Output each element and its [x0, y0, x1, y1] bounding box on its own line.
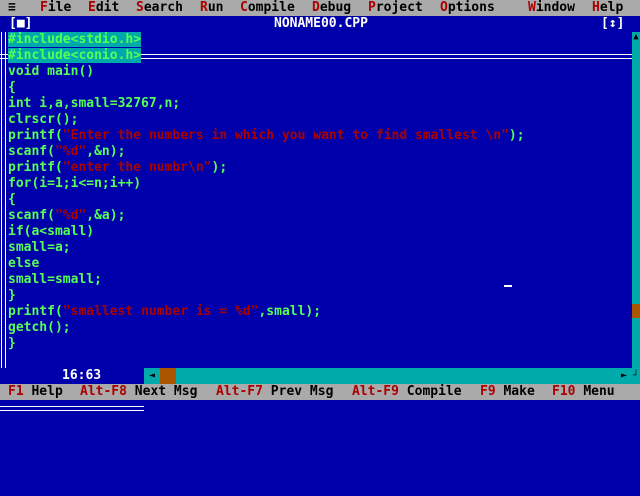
code-token: scanf(	[8, 144, 55, 159]
window-title: NONAME00.CPP	[270, 16, 372, 32]
code-token: else	[8, 256, 40, 271]
code-line: {	[8, 80, 16, 96]
code-token: printf(	[8, 304, 63, 319]
code-line: for(i=1;i<=n;i++)	[8, 176, 141, 192]
code-line: {	[8, 192, 16, 208]
string-literal: "smallest number is = %d"	[62, 304, 259, 319]
code-token: ,&n);	[86, 144, 126, 159]
code-token: small=small;	[8, 272, 102, 287]
code-line: printf("enter the numbr\n");	[8, 160, 227, 176]
code-token: printf(	[8, 128, 63, 143]
code-line: #include<conio.h>	[8, 48, 142, 64]
code-line: scanf("%d",&a);	[8, 208, 125, 224]
code-token: clrscr();	[8, 112, 79, 127]
horizontal-scrollbar[interactable]: ◄ ►	[144, 368, 632, 384]
menu-options[interactable]: Options	[440, 0, 495, 16]
code-line: small=a;	[8, 240, 71, 256]
code-line: clrscr();	[8, 112, 78, 128]
code-token: {	[8, 192, 16, 207]
code-line: void main()	[8, 64, 94, 80]
code-token: void main()	[8, 64, 95, 79]
status-bar: F1 Help Alt-F8 Next Msg Alt-F7 Prev Msg …	[0, 384, 640, 400]
code-token: }	[8, 288, 16, 303]
arrow-up-icon[interactable]: ▲	[632, 32, 640, 48]
zoom-box-icon[interactable]: [↕]	[600, 16, 626, 32]
close-box-icon[interactable]: [■]	[8, 16, 34, 32]
code-token: small=a;	[8, 240, 71, 255]
code-line: else	[8, 256, 39, 272]
menu-debug[interactable]: Debug	[312, 0, 351, 16]
code-token: for(i=1;i<=n;i++)	[8, 176, 142, 191]
code-token: int i,a,small=32767,n;	[8, 96, 181, 111]
code-token: getch();	[8, 320, 71, 335]
menu-compile[interactable]: Compile	[240, 0, 295, 16]
arrow-left-icon[interactable]: ◄	[144, 368, 160, 384]
code-line: if(a<small)	[8, 224, 94, 240]
string-literal: "%d"	[54, 208, 87, 223]
code-token: );	[211, 160, 228, 175]
code-line: getch();	[8, 320, 71, 336]
code-line: scanf("%d",&n);	[8, 144, 125, 160]
code-token: );	[508, 128, 525, 143]
status-help[interactable]: F1 Help	[8, 384, 63, 400]
code-token: }	[8, 336, 16, 351]
horizontal-scroll-thumb[interactable]	[160, 368, 176, 384]
code-token: if(a<small)	[8, 224, 95, 239]
code-token: scanf(	[8, 208, 55, 223]
status-make[interactable]: F9 Make	[480, 384, 535, 400]
code-line: int i,a,small=32767,n;	[8, 96, 180, 112]
code-line: #include<stdio.h>	[8, 32, 142, 48]
status-prev-msg[interactable]: Alt-F7 Prev Msg	[216, 384, 333, 400]
text-cursor	[504, 285, 512, 287]
code-line: small=small;	[8, 272, 102, 288]
string-literal: "enter the numbr\n"	[62, 160, 212, 175]
code-token: {	[8, 80, 16, 95]
status-next-msg[interactable]: Alt-F8 Next Msg	[80, 384, 197, 400]
double-line-divider	[0, 406, 144, 411]
system-menu-icon[interactable]: ≡	[8, 0, 16, 16]
string-literal: "Enter the numbers in which you want to …	[62, 128, 509, 143]
code-line: }	[8, 288, 16, 304]
resize-corner-icon[interactable]: ┘	[632, 368, 640, 384]
frame-bottom-line	[0, 400, 632, 416]
menu-edit[interactable]: Edit	[88, 0, 119, 16]
code-token: printf(	[8, 160, 63, 175]
menu-run[interactable]: Run	[200, 0, 223, 16]
menu-project[interactable]: Project	[368, 0, 423, 16]
menu-window[interactable]: Window	[528, 0, 575, 16]
menu-file[interactable]: File	[40, 0, 71, 16]
status-menu[interactable]: F10 Menu	[552, 384, 615, 400]
preprocessor-directive: #include<stdio.h>	[8, 32, 142, 47]
window-left-border	[1, 32, 6, 368]
preprocessor-directive: #include<conio.h>	[8, 48, 142, 63]
code-token: ,small);	[258, 304, 322, 319]
code-editor[interactable]: #include<stdio.h> #include<conio.h> void m…	[8, 32, 628, 368]
code-token: ,&a);	[86, 208, 126, 223]
code-line: printf("Enter the numbers in which you w…	[8, 128, 525, 144]
menu-bar: ≡ File Edit Search Run Compile Debug Pro…	[0, 0, 640, 16]
vertical-scrollbar[interactable]: ▲ ▼	[632, 32, 640, 400]
window-title-bar[interactable]: [■] NONAME00.CPP [↕]	[0, 16, 640, 59]
code-line: printf("smallest number is = %d",small);	[8, 304, 321, 320]
menu-search[interactable]: Search	[136, 0, 183, 16]
line-column-indicator: 16:63	[56, 368, 108, 384]
string-literal: "%d"	[54, 144, 87, 159]
vertical-scroll-thumb[interactable]	[632, 304, 640, 318]
code-line: }	[8, 336, 16, 352]
status-compile[interactable]: Alt-F9 Compile	[352, 384, 462, 400]
menu-help[interactable]: Help	[592, 0, 623, 16]
arrow-right-icon[interactable]: ►	[616, 368, 632, 384]
